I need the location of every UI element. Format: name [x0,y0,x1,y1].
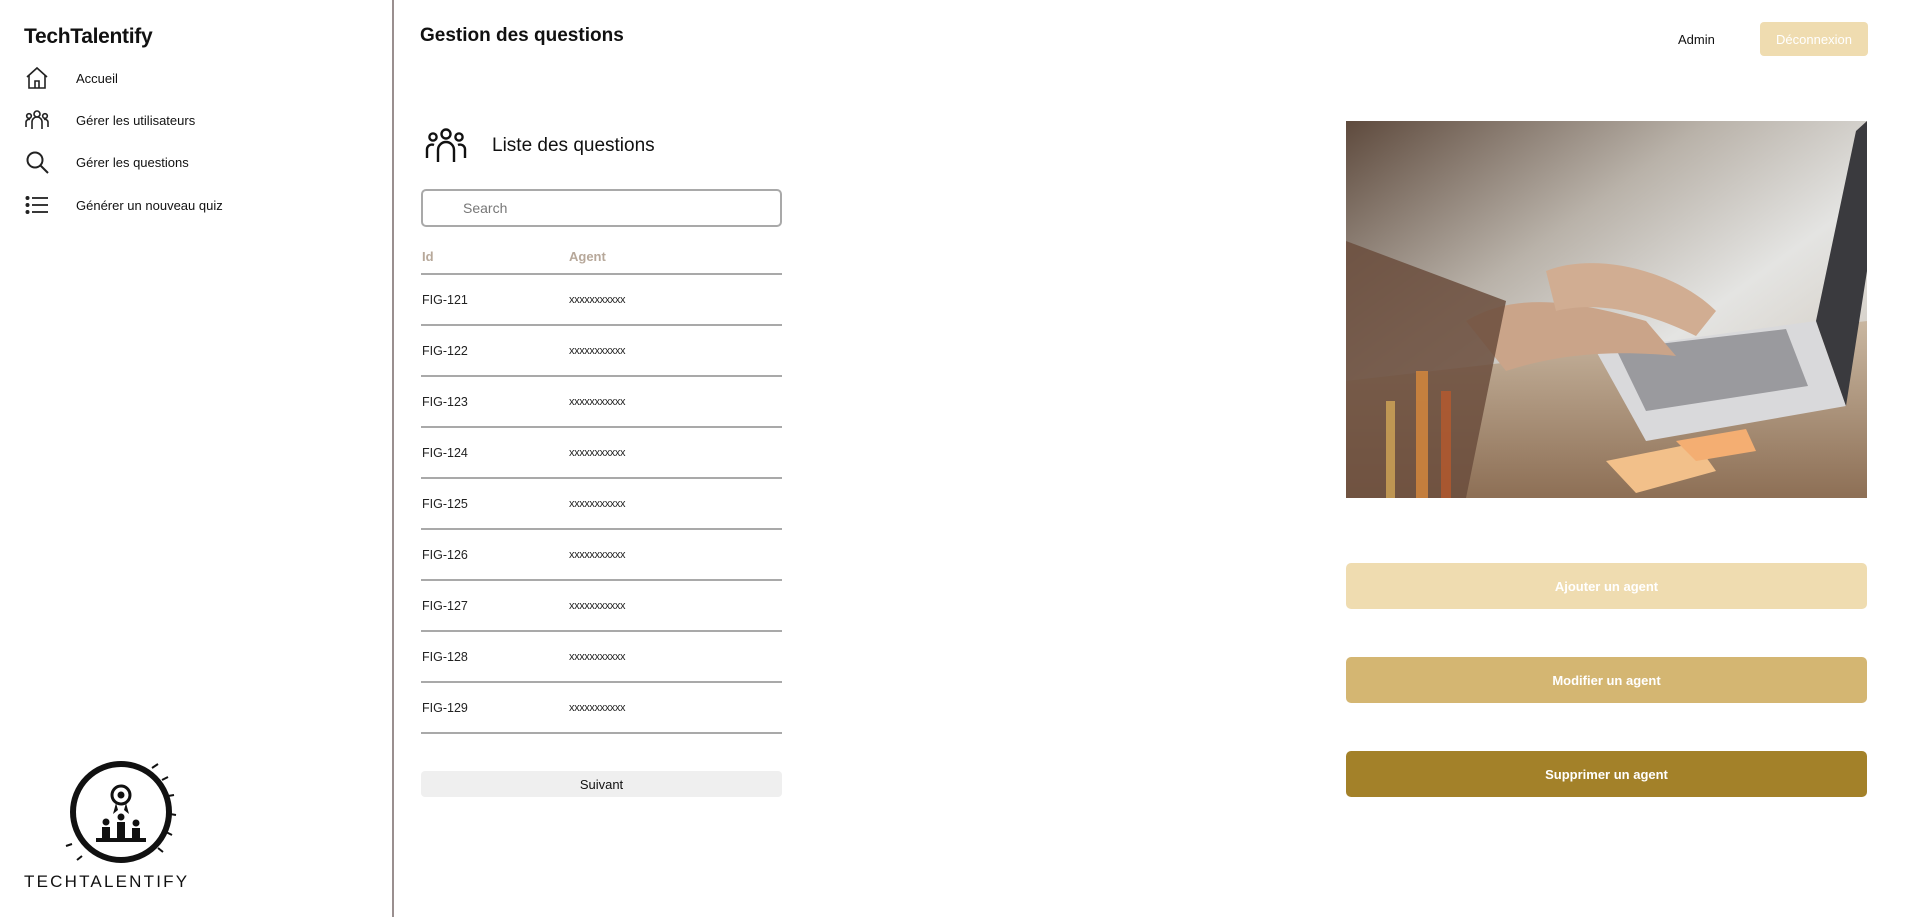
list-title: Liste des questions [492,135,655,156]
row-agent: xxxxxxxxxxx [569,395,626,408]
row-id: FIG-122 [422,343,468,358]
sidebar-item-label: Accueil [76,70,118,86]
row-id: FIG-123 [422,394,468,409]
row-agent: xxxxxxxxxxx [569,497,626,510]
row-id: FIG-126 [422,547,468,562]
brand-logo-text: TECHTALENTIFY [24,872,190,891]
search-icon [22,147,52,177]
questions-table: Id Agent FIG-121 xxxxxxxxxxx FIG-122 xxxxx… [421,240,782,734]
row-id: FIG-121 [422,292,468,307]
table-row[interactable]: FIG-122 xxxxxxxxxxx [421,326,782,377]
table-row[interactable]: FIG-124 xxxxxxxxxxx [421,428,782,479]
table-row[interactable]: FIG-127 xxxxxxxxxxx [421,581,782,632]
table-header: Id Agent [421,240,782,275]
table-row[interactable]: FIG-123 xxxxxxxxxxx [421,377,782,428]
row-agent: xxxxxxxxxxx [569,446,626,459]
search-input[interactable] [421,189,782,227]
sidebar-item-quiz[interactable]: Générer un nouveau quiz [22,189,322,221]
table-row[interactable]: FIG-128 xxxxxxxxxxx [421,632,782,683]
row-agent: xxxxxxxxxxx [569,344,626,357]
delete-agent-button[interactable]: Supprimer un agent [1346,751,1867,797]
row-id: FIG-129 [422,700,468,715]
table-row[interactable]: FIG-125 xxxxxxxxxxx [421,479,782,530]
page-title: Gestion des questions [420,25,624,46]
add-agent-button[interactable]: Ajouter un agent [1346,563,1867,609]
table-row[interactable]: FIG-121 xxxxxxxxxxx [421,275,782,326]
column-header-id: Id [422,249,434,264]
home-icon [22,63,52,93]
main-content: Gestion des questions Admin Déconnexion … [396,0,1916,917]
sidebar-item-questions[interactable]: Gérer les questions [22,146,322,178]
users-icon [22,105,52,135]
sidebar-item-utilisateurs[interactable]: Gérer les utilisateurs [22,104,322,136]
column-header-agent: Agent [569,249,606,264]
sidebar-item-label: Gérer les utilisateurs [76,112,196,128]
brand-title: TechTalentify [24,25,153,48]
row-agent: xxxxxxxxxxx [569,650,626,663]
list-header [424,126,468,166]
table-row[interactable]: FIG-129 xxxxxxxxxxx [421,683,782,734]
sidebar-item-label: Générer un nouveau quiz [76,197,223,213]
list-icon [22,190,52,220]
user-name[interactable]: Admin [1678,32,1715,47]
row-agent: xxxxxxxxxxx [569,599,626,612]
sidebar: TechTalentify Accueil Gérer les utilisat… [0,0,394,917]
table-row[interactable]: FIG-126 xxxxxxxxxxx [421,530,782,581]
row-id: FIG-125 [422,496,468,511]
sidebar-item-accueil[interactable]: Accueil [22,62,322,94]
edit-agent-button[interactable]: Modifier un agent [1346,657,1867,703]
row-id: FIG-128 [422,649,468,664]
users-icon [424,126,468,166]
logout-button[interactable]: Déconnexion [1760,22,1868,56]
row-agent: xxxxxxxxxxx [569,548,626,561]
next-page-button[interactable]: Suivant [421,771,782,797]
row-agent: xxxxxxxxxxx [569,293,626,306]
laptop-photo [1346,121,1867,498]
row-agent: xxxxxxxxxxx [569,701,626,714]
sidebar-item-label: Gérer les questions [76,154,189,170]
row-id: FIG-124 [422,445,468,460]
row-id: FIG-127 [422,598,468,613]
